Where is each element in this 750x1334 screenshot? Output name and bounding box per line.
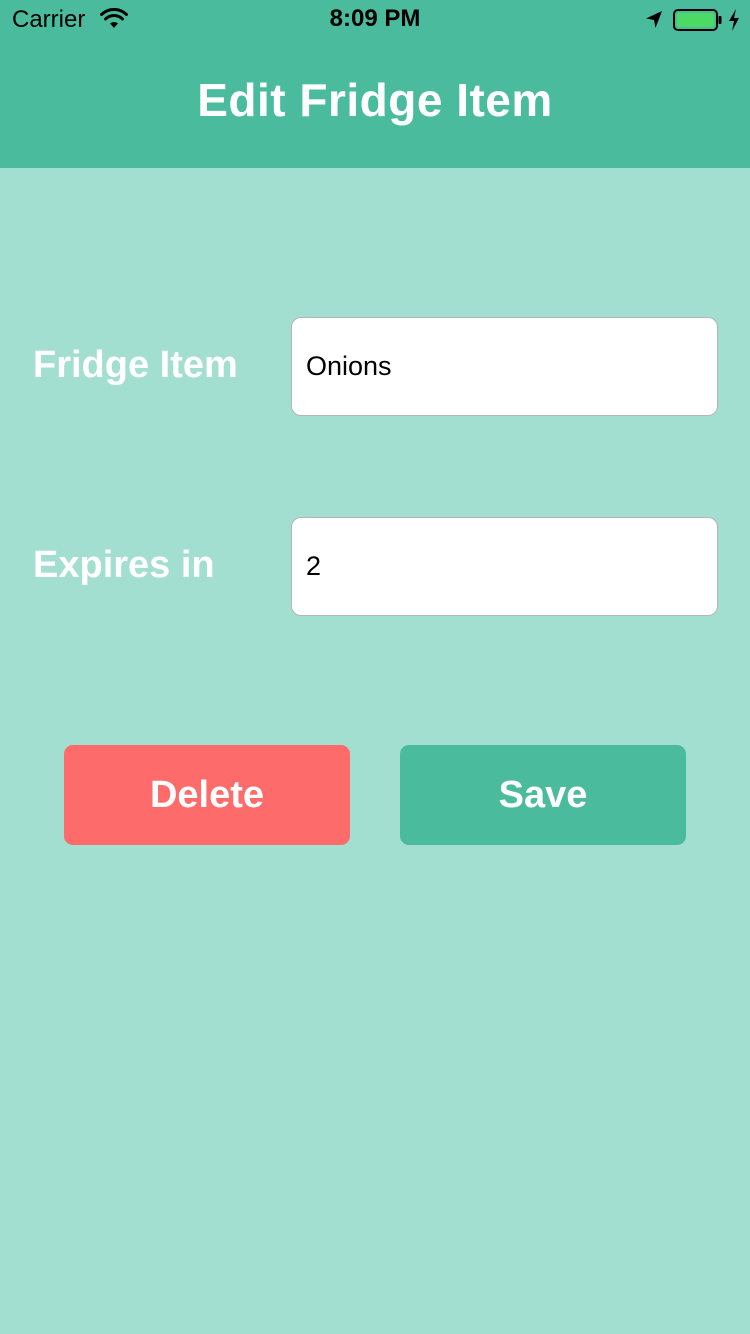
nav-header: Carrier 8:09 PM Edit Fridge Item bbox=[0, 0, 750, 168]
status-bar: Carrier 8:09 PM bbox=[0, 0, 750, 40]
battery-icon bbox=[673, 9, 723, 31]
charging-icon bbox=[727, 8, 741, 32]
expires-in-input[interactable] bbox=[291, 517, 718, 616]
delete-button[interactable]: Delete bbox=[64, 745, 350, 845]
page-title: Edit Fridge Item bbox=[197, 74, 553, 126]
save-button[interactable]: Save bbox=[400, 745, 686, 845]
fridge-item-label: Fridge Item bbox=[33, 344, 238, 386]
expires-in-label: Expires in bbox=[33, 544, 215, 586]
location-icon bbox=[643, 9, 665, 31]
fridge-item-input[interactable] bbox=[291, 317, 718, 416]
status-time: 8:09 PM bbox=[329, 5, 421, 32]
